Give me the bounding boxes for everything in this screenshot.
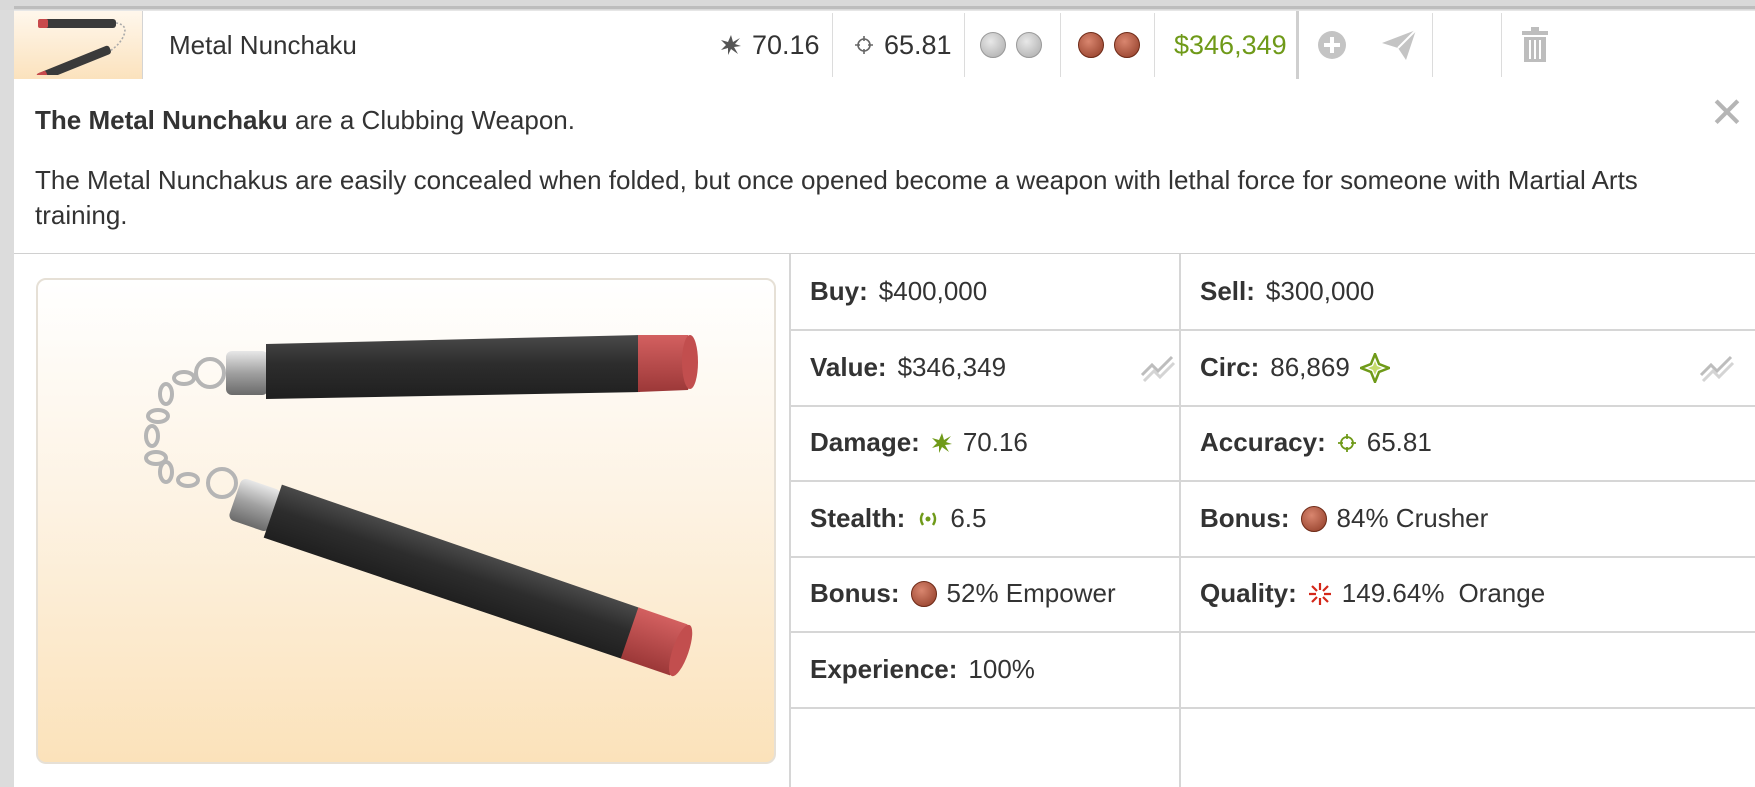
stat-label: Accuracy: — [1200, 427, 1326, 457]
close-icon[interactable]: ✕ — [1707, 92, 1747, 134]
stat-label: Bonus: — [810, 578, 900, 608]
damage-icon — [721, 35, 741, 55]
stat-label: Buy: — [810, 276, 868, 306]
stat-damage: Damage: 70.16 — [810, 405, 1028, 480]
separator — [1060, 13, 1061, 77]
crosshair-icon — [855, 36, 873, 54]
stat-circ: Circ: 86,869 — [1200, 330, 1390, 405]
send-icon — [1382, 29, 1417, 60]
row-accuracy-value: 65.81 — [884, 29, 952, 60]
crusher-bonus-icon — [1300, 505, 1327, 532]
stat-label: Experience: — [810, 654, 958, 684]
separator — [1432, 13, 1433, 77]
stat-accuracy: Accuracy: 65.81 — [1200, 405, 1432, 480]
item-type: are a Clubbing Weapon. — [287, 105, 575, 135]
stat-label: Sell: — [1200, 276, 1255, 306]
add-button[interactable] — [1314, 11, 1350, 79]
item-title: The Metal Nunchaku — [35, 105, 288, 135]
stat-experience: Experience: 100% — [810, 632, 1035, 707]
row-damage-value: 70.16 — [752, 29, 820, 60]
item-row[interactable]: Metal Nunchaku 70.16 65.81 $346,349 — [14, 10, 1755, 80]
stat-stealth: Stealth: 6.5 — [810, 481, 987, 556]
row-bonuses — [1078, 11, 1150, 79]
stat-quality: Quality: 149.64% Orange — [1200, 556, 1545, 631]
stat-label: Value: — [810, 352, 887, 382]
item-name: Metal Nunchaku — [169, 30, 357, 60]
trend-graph-icon[interactable] — [1140, 353, 1176, 383]
stat-sell: Sell: $300,000 — [1200, 254, 1374, 329]
stat-value: 52% Empower — [946, 578, 1116, 608]
nunchaku-image — [144, 335, 698, 677]
crosshair-icon — [1337, 433, 1356, 452]
item-details-panel: The Metal Nunchaku are a Clubbing Weapon… — [14, 79, 1755, 787]
send-button[interactable] — [1379, 11, 1419, 79]
stat-value: 70.16 — [962, 427, 1028, 457]
stat-value-row: Value: $346,349 — [810, 330, 1006, 405]
stat-label: Quality: — [1200, 578, 1297, 608]
item-thumbnail — [14, 11, 143, 79]
add-icon — [1318, 31, 1346, 59]
empower-bonus-icon — [1114, 32, 1140, 58]
damage-icon — [931, 432, 952, 453]
top-divider — [14, 6, 1755, 9]
stat-value: $300,000 — [1265, 276, 1375, 306]
nunchaku-thumbnail-icon — [36, 19, 126, 75]
item-image — [36, 278, 776, 764]
crusher-bonus-icon — [1078, 32, 1104, 58]
empty-mod-slot-icon[interactable] — [980, 32, 1006, 58]
row-price: $346,349 — [1174, 29, 1287, 60]
separator — [1154, 13, 1155, 77]
stat-label: Damage: — [810, 427, 920, 457]
separator — [1501, 13, 1502, 77]
row-mod-slots[interactable] — [980, 11, 1052, 79]
stat-buy: Buy: $400,000 — [810, 254, 987, 329]
separator — [832, 13, 833, 77]
top-strip — [0, 0, 1755, 10]
trend-graph-icon[interactable] — [1699, 353, 1735, 383]
stat-value: 84% Crusher — [1336, 503, 1489, 533]
separator — [964, 13, 965, 77]
diamond-star-icon — [1359, 352, 1390, 383]
stealth-icon — [920, 511, 937, 526]
stat-value: $400,000 — [878, 276, 988, 306]
row-accuracy: 65.81 — [854, 11, 952, 79]
row-damage: 70.16 — [720, 11, 820, 79]
stat-label: Bonus: — [1200, 503, 1290, 533]
trash-icon — [1522, 27, 1548, 62]
stat-bonus-empower: Bonus: 52% Empower — [810, 556, 1116, 631]
empty-mod-slot-icon[interactable] — [1016, 32, 1042, 58]
stat-bonus-crusher: Bonus: 84% Crusher — [1200, 481, 1488, 556]
empower-bonus-icon — [910, 580, 937, 607]
quality-burst-icon — [1308, 582, 1331, 605]
stat-label: Stealth: — [810, 503, 906, 533]
stat-label: Circ: — [1200, 352, 1260, 382]
stat-value: 149.64% — [1341, 578, 1445, 608]
stat-value: 100% — [968, 654, 1035, 684]
stat-value: $346,349 — [897, 352, 1007, 382]
item-flavor-text: The Metal Nunchakus are easily concealed… — [35, 165, 1638, 230]
separator — [1296, 11, 1299, 79]
item-type-line: The Metal Nunchaku are a Clubbing Weapon… — [35, 105, 575, 136]
quality-tier: Orange — [1458, 578, 1546, 608]
grid-line — [789, 707, 1755, 709]
stat-value: 65.81 — [1366, 427, 1432, 457]
stat-value: 6.5 — [950, 503, 987, 533]
stat-value: 86,869 — [1270, 352, 1350, 382]
trash-button[interactable] — [1517, 11, 1553, 79]
